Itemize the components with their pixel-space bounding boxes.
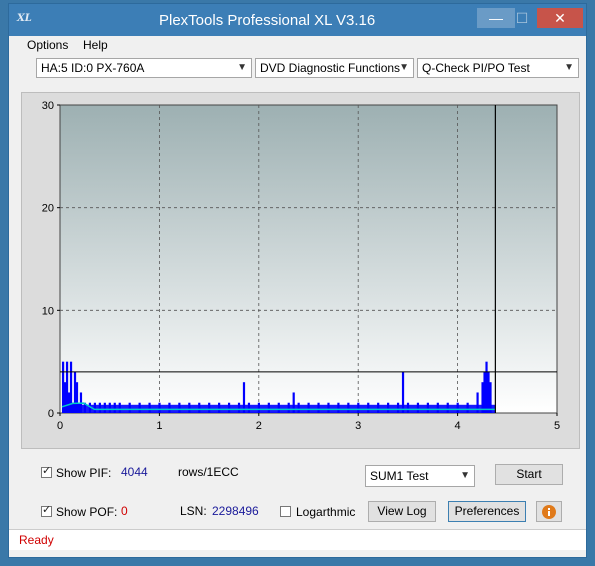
chevron-down-icon: ▼ xyxy=(237,62,247,73)
info-button[interactable] xyxy=(536,501,562,522)
status-bar: Ready xyxy=(9,529,586,550)
show-pif-checkbox[interactable] xyxy=(41,464,52,478)
preferences-button[interactable]: Preferences xyxy=(448,501,526,522)
x-tick-label: 5 xyxy=(554,420,560,432)
logarithmic-checkbox[interactable] xyxy=(280,506,291,517)
y-tick-label: 20 xyxy=(42,203,54,215)
menu-options[interactable]: Options xyxy=(27,38,68,52)
menu-help[interactable]: Help xyxy=(83,38,108,52)
function-select-value: DVD Diagnostic Functions xyxy=(260,61,401,75)
chevron-down-icon: ▼ xyxy=(460,470,470,481)
sum-test-select[interactable]: SUM1 Test ▼ xyxy=(365,465,475,487)
app-window: XL PlexTools Professional XL V3.16 — ☐ ✕… xyxy=(8,3,587,558)
x-tick-label: 0 xyxy=(57,420,63,432)
pif-value: 4044 xyxy=(121,465,148,479)
y-tick-label: 30 xyxy=(42,100,54,112)
function-select[interactable]: DVD Diagnostic Functions ▼ xyxy=(255,58,414,78)
test-select-value: Q-Check PI/PO Test xyxy=(422,61,530,75)
chart-panel: 0 10 20 30 0 1 2 3 4 5 xyxy=(21,92,580,449)
x-tick-label: 4 xyxy=(455,420,461,432)
logarithmic-label: Logarthmic xyxy=(296,505,356,519)
view-log-button[interactable]: View Log xyxy=(368,501,436,522)
desktop-background: XL PlexTools Professional XL V3.16 — ☐ ✕… xyxy=(0,0,595,566)
plot-area xyxy=(59,104,558,414)
sum-test-value: SUM1 Test xyxy=(370,469,429,483)
test-select[interactable]: Q-Check PI/PO Test ▼ xyxy=(417,58,579,78)
lsn-label: LSN: xyxy=(180,504,207,518)
pof-value: 0 xyxy=(121,504,128,518)
menu-bar: Options Help xyxy=(9,36,586,54)
y-tick-label: 0 xyxy=(48,408,54,420)
app-logo-icon: XL xyxy=(17,13,32,24)
pi-po-chart: 0 10 20 30 0 1 2 3 4 5 xyxy=(42,100,560,432)
show-pof-checkbox[interactable] xyxy=(41,503,52,517)
drive-select-value: HA:5 ID:0 PX-760A xyxy=(41,61,145,75)
title-bar[interactable]: XL PlexTools Professional XL V3.16 — ☐ ✕ xyxy=(9,4,586,36)
show-pif-label: Show PIF: xyxy=(56,466,112,480)
y-tick-label: 10 xyxy=(42,305,54,317)
x-tick-label: 2 xyxy=(256,420,262,432)
close-button[interactable]: ✕ xyxy=(537,8,583,28)
window-title: PlexTools Professional XL V3.16 xyxy=(159,12,376,29)
rows-label: rows/1ECC xyxy=(178,465,239,479)
y-axis-ticks: 0 10 20 30 xyxy=(42,100,60,420)
start-button[interactable]: Start xyxy=(495,464,563,485)
x-tick-label: 1 xyxy=(156,420,162,432)
status-text: Ready xyxy=(19,533,54,547)
show-pof-label: Show POF: xyxy=(56,505,118,519)
drive-select[interactable]: HA:5 ID:0 PX-760A ▼ xyxy=(36,58,252,78)
maximize-button[interactable]: ☐ xyxy=(507,8,537,28)
lsn-value: 2298496 xyxy=(212,504,259,518)
chevron-down-icon: ▼ xyxy=(399,62,409,73)
info-icon xyxy=(542,505,556,519)
chevron-down-icon: ▼ xyxy=(564,62,574,73)
x-axis-ticks: 0 1 2 3 4 5 xyxy=(57,413,560,432)
x-tick-label: 3 xyxy=(355,420,361,432)
